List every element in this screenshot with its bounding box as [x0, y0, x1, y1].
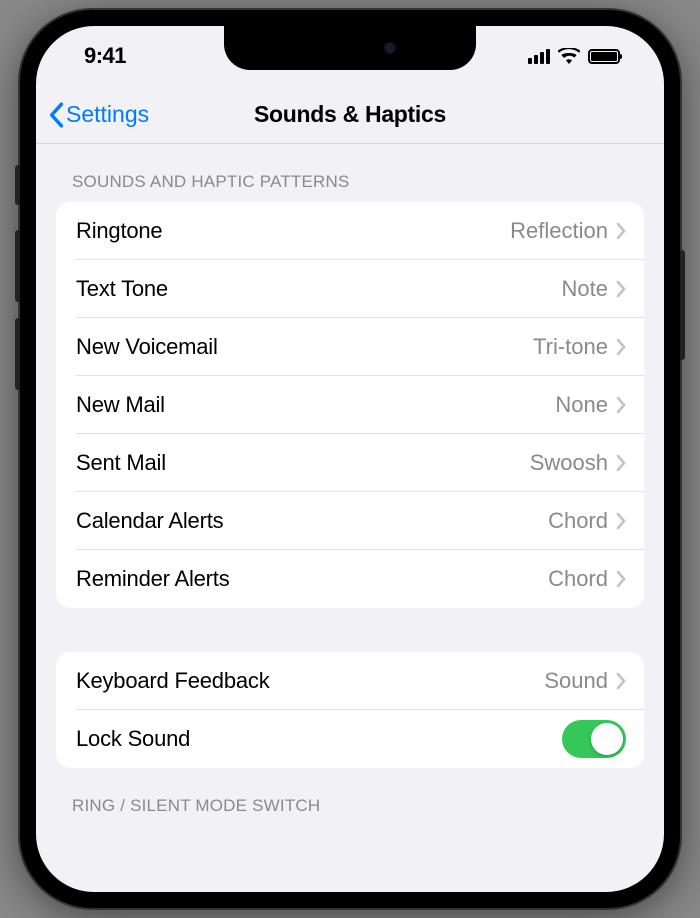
- chevron-right-icon: [616, 672, 626, 690]
- row-value: Reflection: [510, 218, 608, 244]
- wifi-icon: [558, 48, 580, 64]
- row-label: Lock Sound: [76, 726, 562, 752]
- status-time: 9:41: [84, 43, 126, 69]
- section-header-ring-silent: RING / SILENT MODE SWITCH: [56, 768, 644, 826]
- row-label: Calendar Alerts: [76, 508, 548, 534]
- row-value: Sound: [544, 668, 608, 694]
- chevron-right-icon: [616, 570, 626, 588]
- row-sent-mail[interactable]: Sent Mail Swoosh: [56, 434, 644, 492]
- row-calendar-alerts[interactable]: Calendar Alerts Chord: [56, 492, 644, 550]
- content: SOUNDS AND HAPTIC PATTERNS Ringtone Refl…: [36, 144, 664, 826]
- row-value: Tri-tone: [533, 334, 608, 360]
- row-label: New Mail: [76, 392, 555, 418]
- chevron-right-icon: [616, 280, 626, 298]
- back-button[interactable]: Settings: [48, 101, 149, 128]
- chevron-back-icon: [48, 102, 64, 128]
- row-value: Chord: [548, 566, 608, 592]
- power-button: [680, 250, 685, 360]
- row-value: None: [555, 392, 608, 418]
- status-icons: [528, 48, 620, 64]
- row-label: Reminder Alerts: [76, 566, 548, 592]
- lock-sound-toggle[interactable]: [562, 720, 626, 758]
- row-reminder-alerts[interactable]: Reminder Alerts Chord: [56, 550, 644, 608]
- row-ringtone[interactable]: Ringtone Reflection: [56, 202, 644, 260]
- chevron-right-icon: [616, 396, 626, 414]
- row-new-voicemail[interactable]: New Voicemail Tri-tone: [56, 318, 644, 376]
- row-new-mail[interactable]: New Mail None: [56, 376, 644, 434]
- row-keyboard-feedback[interactable]: Keyboard Feedback Sound: [56, 652, 644, 710]
- nav-bar: Settings Sounds & Haptics: [36, 86, 664, 144]
- chevron-right-icon: [616, 454, 626, 472]
- section-header-patterns: SOUNDS AND HAPTIC PATTERNS: [56, 144, 644, 202]
- row-label: Text Tone: [76, 276, 562, 302]
- back-label: Settings: [66, 101, 149, 128]
- row-label: Ringtone: [76, 218, 510, 244]
- chevron-right-icon: [616, 222, 626, 240]
- row-text-tone[interactable]: Text Tone Note: [56, 260, 644, 318]
- row-label: New Voicemail: [76, 334, 533, 360]
- row-value: Swoosh: [530, 450, 608, 476]
- notch: [224, 26, 476, 70]
- row-lock-sound: Lock Sound: [56, 710, 644, 768]
- phone-frame: 9:41 Settings Sounds & Haptics: [20, 10, 680, 908]
- row-label: Sent Mail: [76, 450, 530, 476]
- row-value: Chord: [548, 508, 608, 534]
- group-sound-patterns: Ringtone Reflection Text Tone Note New V…: [56, 202, 644, 608]
- chevron-right-icon: [616, 512, 626, 530]
- row-value: Note: [562, 276, 608, 302]
- chevron-right-icon: [616, 338, 626, 356]
- cellular-icon: [528, 48, 550, 64]
- row-label: Keyboard Feedback: [76, 668, 544, 694]
- screen: 9:41 Settings Sounds & Haptics: [36, 26, 664, 892]
- battery-icon: [588, 49, 620, 64]
- group-keyboard-lock: Keyboard Feedback Sound Lock Sound: [56, 652, 644, 768]
